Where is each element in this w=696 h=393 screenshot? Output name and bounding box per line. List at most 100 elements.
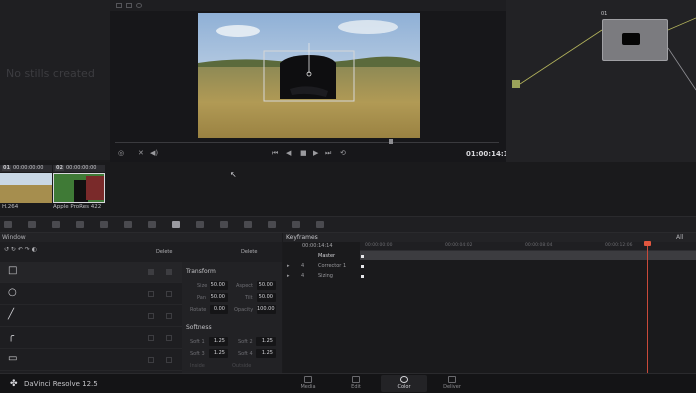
play-icon[interactable]: ▶ bbox=[313, 149, 318, 157]
softness-title: Softness bbox=[186, 324, 212, 331]
keyframes-timecode: 00:00:14:14 bbox=[302, 243, 333, 249]
qualifier-icon[interactable] bbox=[148, 221, 156, 228]
audio-icon[interactable]: ◀) bbox=[150, 149, 158, 157]
keyframes-header: Keyframes All bbox=[283, 233, 696, 242]
ruler-tick: 00:00:04:02 bbox=[445, 243, 473, 248]
window-row-polygon[interactable]: ╱ bbox=[0, 306, 182, 327]
close-icon[interactable]: ✕ bbox=[138, 149, 144, 157]
tilt-field[interactable]: 50.00 bbox=[257, 293, 276, 302]
soft1-field[interactable]: 1.25 bbox=[209, 337, 228, 346]
tab-color[interactable]: Color bbox=[381, 375, 427, 392]
mask-toggle[interactable] bbox=[166, 313, 172, 319]
keyframe-marker[interactable] bbox=[361, 265, 364, 268]
scrubber-handle[interactable] bbox=[389, 139, 393, 144]
mask-toggle[interactable] bbox=[166, 269, 172, 275]
resolve-logo-icon: ✤ bbox=[10, 379, 18, 389]
sizing-icon[interactable] bbox=[268, 221, 276, 228]
soft2-label: Soft 2 bbox=[238, 339, 253, 345]
motion-effects-icon[interactable] bbox=[100, 221, 108, 228]
soft1-label: Soft 1 bbox=[190, 339, 205, 345]
playhead-handle[interactable] bbox=[644, 241, 651, 246]
delete-button[interactable]: Delete bbox=[156, 249, 172, 255]
tracker-icon[interactable] bbox=[196, 221, 204, 228]
pan-field[interactable]: 50.00 bbox=[210, 293, 228, 302]
delete-button-2[interactable]: Delete bbox=[241, 249, 257, 255]
square-shape-icon: □ bbox=[8, 265, 18, 276]
viewer-toolbar bbox=[110, 0, 506, 11]
curves-icon[interactable] bbox=[124, 221, 132, 228]
aspect-label: Aspect bbox=[236, 283, 253, 289]
rotate-field[interactable]: 0.00 bbox=[210, 305, 228, 314]
keyframe-marker[interactable] bbox=[361, 275, 364, 278]
soft2-field[interactable]: 1.25 bbox=[256, 337, 276, 346]
mask-toggle[interactable] bbox=[166, 291, 172, 297]
inside-label: Inside bbox=[190, 363, 205, 369]
soft4-field[interactable]: 1.25 bbox=[256, 349, 276, 358]
tab-media[interactable]: Media bbox=[285, 375, 331, 392]
size-field[interactable]: 50.00 bbox=[210, 281, 228, 290]
tab-edit[interactable]: Edit bbox=[333, 375, 379, 392]
invert-toggle[interactable] bbox=[148, 291, 154, 297]
viewer-scrubber[interactable] bbox=[115, 142, 499, 143]
pan-label: Pan bbox=[197, 295, 207, 301]
window-icon[interactable] bbox=[172, 221, 180, 228]
keyframes-filter[interactable]: All bbox=[676, 234, 683, 241]
keyframe-marker[interactable] bbox=[361, 255, 364, 258]
brand-name: DaVinci Resolve 12.5 bbox=[24, 380, 98, 388]
window-row-gradient[interactable]: ▭ bbox=[0, 350, 182, 371]
color-wheels-icon[interactable] bbox=[52, 221, 60, 228]
mask-toggle[interactable] bbox=[166, 357, 172, 363]
skip-end-icon[interactable]: ⏭ bbox=[325, 149, 331, 158]
soft3-label: Soft 3 bbox=[190, 351, 205, 357]
transform-title: Transform bbox=[186, 268, 216, 275]
step-back-icon[interactable]: ◀ bbox=[286, 149, 291, 157]
outside-label: Outside bbox=[232, 363, 252, 369]
track-label-sizing: Sizing bbox=[318, 273, 333, 279]
blur-icon[interactable] bbox=[220, 221, 228, 228]
gradient-shape-icon: ▭ bbox=[8, 353, 18, 364]
edit-icon bbox=[352, 376, 360, 383]
window-tools-icons[interactable]: ↺ ↻ ↶ ↷ ◐ bbox=[4, 246, 37, 253]
window-row-linear[interactable]: □ bbox=[0, 262, 182, 283]
size-label: Size bbox=[197, 283, 208, 289]
mouse-cursor-icon: ↖ bbox=[230, 170, 237, 179]
aspect-field[interactable]: 50.00 bbox=[257, 281, 276, 290]
keyframe-icon[interactable] bbox=[316, 221, 324, 228]
node-label: 01 bbox=[601, 11, 608, 17]
track-label-master: Master bbox=[318, 253, 336, 259]
color-match-icon[interactable] bbox=[28, 221, 36, 228]
ruler-tick: 00:00:00:00 bbox=[365, 243, 393, 248]
image-wipe-icon[interactable] bbox=[116, 3, 122, 8]
stills-gallery: No stills created bbox=[0, 0, 110, 160]
mask-toggle[interactable] bbox=[166, 335, 172, 341]
playhead-line bbox=[647, 245, 648, 373]
split-screen-icon[interactable] bbox=[126, 3, 132, 8]
invert-toggle[interactable] bbox=[148, 313, 154, 319]
3d-icon[interactable] bbox=[292, 221, 300, 228]
clip-thumbnail-2[interactable] bbox=[53, 173, 105, 203]
stop-icon[interactable]: ■ bbox=[300, 149, 307, 157]
clip-thumbnail-1[interactable] bbox=[0, 173, 52, 203]
highlight-icon[interactable] bbox=[136, 3, 142, 8]
master-track[interactable] bbox=[360, 251, 696, 260]
viewer-frame[interactable] bbox=[198, 13, 420, 138]
clip-header-1: 01 00:00:00:00 bbox=[0, 165, 52, 172]
invert-toggle[interactable] bbox=[148, 335, 154, 341]
window-row-circle[interactable]: ○ bbox=[0, 284, 182, 305]
track-expand-2[interactable]: ▸ bbox=[287, 273, 290, 279]
skip-start-icon[interactable]: ⏮ bbox=[272, 149, 278, 158]
window-row-curve[interactable]: ╭ bbox=[0, 328, 182, 349]
invert-toggle[interactable] bbox=[148, 269, 154, 275]
soft4-label: Soft 4 bbox=[238, 351, 253, 357]
track-expand-1[interactable]: ▸ bbox=[287, 263, 290, 269]
loop-icon[interactable]: ⟲ bbox=[340, 149, 346, 157]
invert-toggle[interactable] bbox=[148, 357, 154, 363]
rgb-mixer-icon[interactable] bbox=[76, 221, 84, 228]
viewer-zoom-icon[interactable]: ◎ bbox=[118, 149, 124, 157]
soft3-field[interactable]: 1.25 bbox=[209, 349, 228, 358]
camera-raw-icon[interactable] bbox=[4, 221, 12, 228]
line-shape-icon: ╱ bbox=[8, 309, 15, 320]
tab-deliver[interactable]: Deliver bbox=[429, 375, 475, 392]
key-icon[interactable] bbox=[244, 221, 252, 228]
opacity-field[interactable]: 100.00 bbox=[257, 305, 276, 314]
